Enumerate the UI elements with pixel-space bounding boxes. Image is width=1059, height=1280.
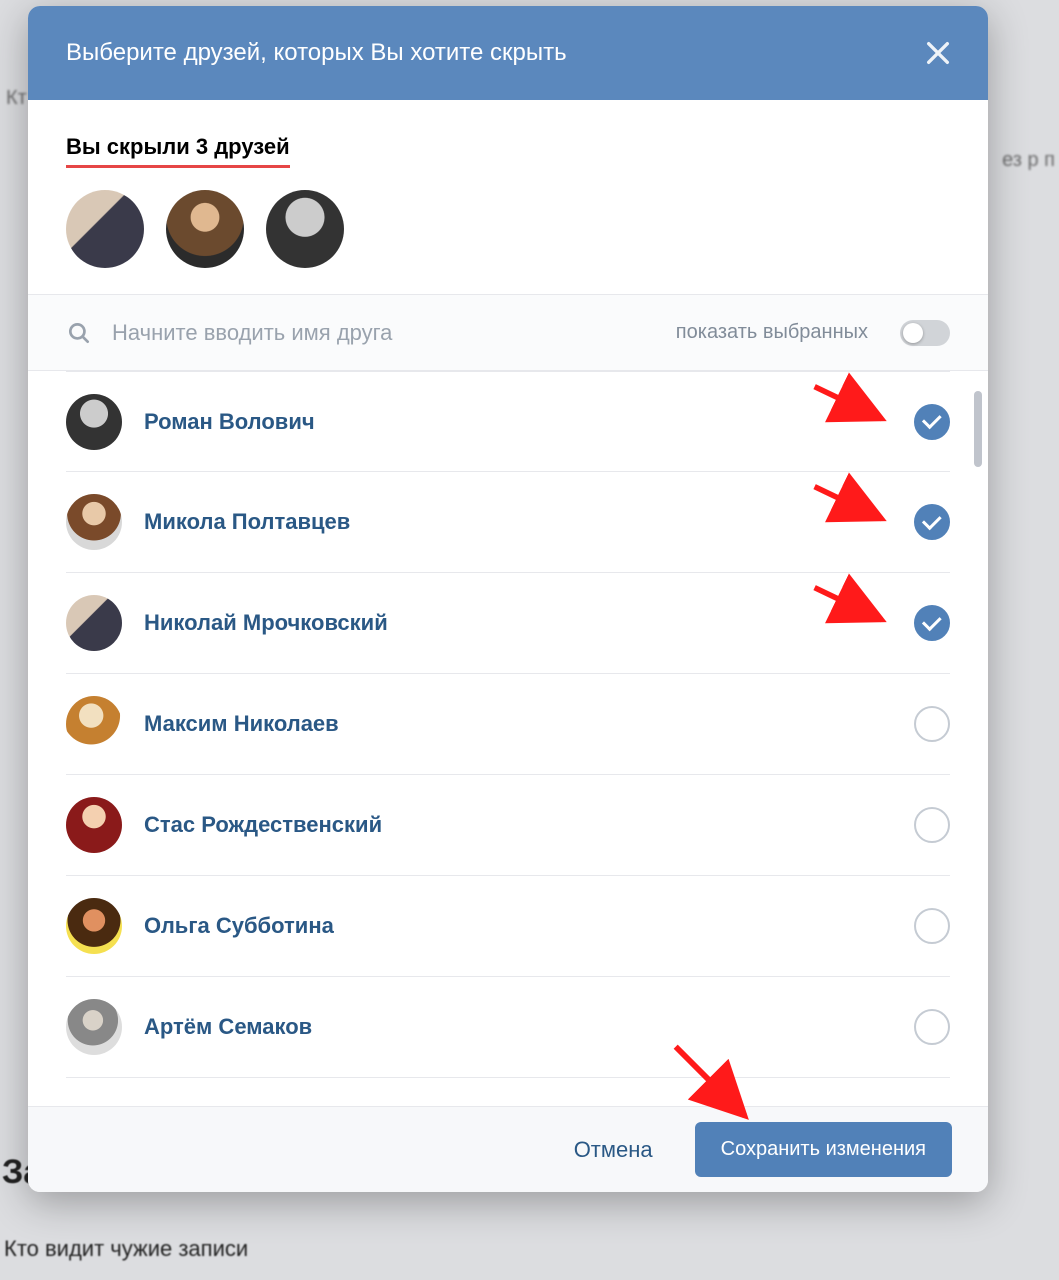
select-friend-checkbox[interactable] — [914, 504, 950, 540]
show-selected-toggle[interactable] — [900, 320, 950, 346]
select-friends-modal: Выберите друзей, которых Вы хотите скрыт… — [28, 6, 988, 1192]
avatar — [66, 494, 122, 550]
friend-row[interactable]: Ольга Субботина — [66, 876, 950, 977]
avatar — [66, 696, 122, 752]
modal-footer: Отмена Сохранить изменения — [28, 1106, 988, 1192]
modal-title: Выберите друзей, которых Вы хотите скрыт… — [66, 39, 567, 67]
background-bottom-text: Кто видит чужие записи — [4, 1236, 248, 1262]
cancel-button[interactable]: Отмена — [562, 1127, 665, 1173]
friends-list: Роман Волович Микола Полтавцев Николай Мро… — [28, 371, 988, 1106]
close-icon[interactable] — [922, 37, 954, 69]
friend-name-label: Максим Николаев — [144, 711, 892, 737]
select-friend-checkbox[interactable] — [914, 1009, 950, 1045]
friend-row[interactable]: Артём Семаков — [66, 977, 950, 1078]
select-friend-checkbox[interactable] — [914, 908, 950, 944]
friend-row[interactable]: Микола Полтавцев — [66, 472, 950, 573]
background-text-right: ез р п — [998, 120, 1059, 200]
avatar — [66, 797, 122, 853]
avatar — [66, 595, 122, 651]
hidden-friends-count-label: Вы скрыли 3 друзей — [66, 134, 290, 168]
avatar — [66, 394, 122, 450]
avatar — [66, 999, 122, 1055]
select-friend-checkbox[interactable] — [914, 404, 950, 440]
hidden-label-underline — [66, 165, 290, 168]
friend-name-label: Стас Рождественский — [144, 812, 892, 838]
friend-name-label: Артём Семаков — [144, 1014, 892, 1040]
friend-name-label: Ольга Субботина — [144, 913, 892, 939]
friend-name-label: Роман Волович — [144, 409, 892, 435]
friend-name-label: Николай Мрочковский — [144, 610, 892, 636]
hidden-avatar[interactable] — [166, 190, 244, 268]
hidden-avatar[interactable] — [266, 190, 344, 268]
modal-header: Выберите друзей, которых Вы хотите скрыт… — [28, 6, 988, 100]
search-bar: показать выбранных — [28, 295, 988, 371]
search-icon — [66, 320, 92, 346]
friend-row[interactable]: Максим Николаев — [66, 674, 950, 775]
page-backdrop: Кт ин Кт на Кт со Кт сп Кт сп Кт сп Кт м… — [0, 0, 1059, 1280]
friend-search-input[interactable] — [112, 320, 656, 346]
select-friend-checkbox[interactable] — [914, 807, 950, 843]
hidden-avatar[interactable] — [66, 190, 144, 268]
hidden-friends-section: Вы скрыли 3 друзей — [28, 100, 988, 295]
friend-name-label: Микола Полтавцев — [144, 509, 892, 535]
show-selected-label: показать выбранных — [676, 321, 868, 344]
select-friend-checkbox[interactable] — [914, 605, 950, 641]
save-button[interactable]: Сохранить изменения — [695, 1122, 952, 1177]
hidden-avatars-row — [66, 190, 950, 268]
friend-row[interactable]: Роман Волович — [66, 371, 950, 472]
friend-row[interactable]: Николай Мрочковский — [66, 573, 950, 674]
avatar — [66, 898, 122, 954]
select-friend-checkbox[interactable] — [914, 706, 950, 742]
friend-row[interactable]: Стас Рождественский — [66, 775, 950, 876]
